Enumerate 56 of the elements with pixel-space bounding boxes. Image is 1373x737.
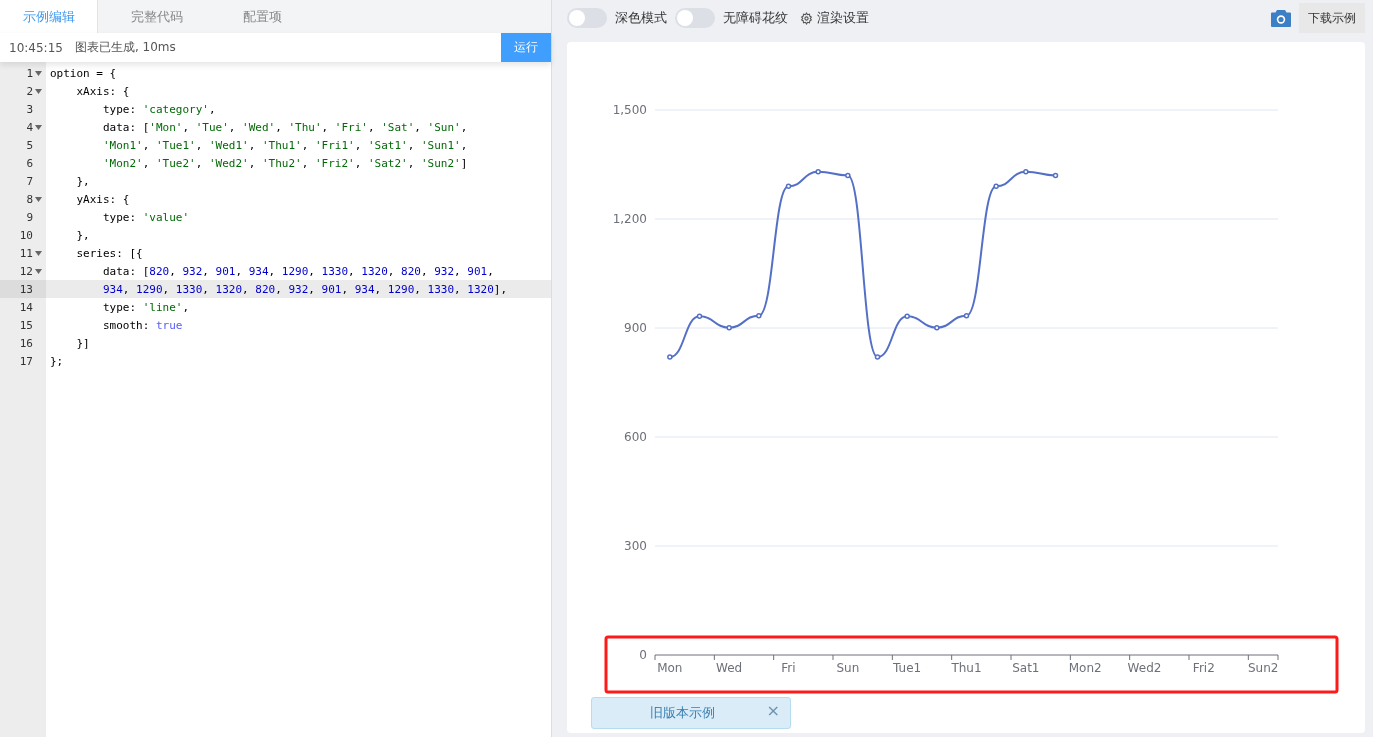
axis-label: Sun: [836, 661, 860, 675]
line-number: 8: [26, 192, 33, 206]
code-line: };: [49, 354, 64, 368]
axis-label: 1,200: [612, 212, 647, 226]
code-line: type: 'value': [101, 210, 190, 224]
axis-label: Fri: [781, 661, 796, 675]
code-line: series: [{: [75, 246, 143, 260]
axis-label: Wed2: [1127, 661, 1162, 675]
code-line: },: [75, 228, 90, 242]
code-line: },: [75, 174, 90, 188]
code-line: xAxis: {: [75, 84, 130, 98]
code-line: type: 'category',: [101, 102, 216, 116]
line-number: 10: [19, 228, 33, 242]
line-number: 2: [26, 84, 33, 98]
line-number: 16: [19, 336, 33, 350]
line-number: 12: [19, 264, 33, 278]
axis-label: 900: [624, 321, 647, 335]
line-number: 7: [26, 174, 33, 188]
axis-label: Tue1: [893, 661, 922, 675]
line-number: 1: [26, 66, 33, 80]
axis-label: Sun2: [1247, 661, 1279, 675]
line-number: 3: [26, 102, 33, 116]
line-number: 17: [19, 354, 33, 368]
line-number: 14: [19, 300, 33, 314]
code-line: type: 'line',: [101, 300, 190, 314]
code-line: 934, 1290, 1330, 1320, 820, 932, 901, 934, 1290, 1330, 1320],: [101, 282, 508, 296]
code-line: }]: [75, 336, 90, 350]
code-line: 'Mon1', 'Tue1', 'Wed1', 'Thu1', 'Fri1', 'Sat1', 'Sun1',: [101, 138, 468, 152]
line-number: 6: [26, 156, 33, 170]
toggle-label: 无障碍花纹: [723, 9, 788, 27]
code-line: yAxis: {: [75, 192, 130, 206]
status-time: 10:45:15: [9, 40, 63, 55]
toggle-label: 深色模式: [615, 9, 667, 27]
line-number: 15: [19, 318, 33, 332]
code-line: option = {: [49, 66, 117, 80]
axis-label: Fri2: [1192, 661, 1215, 675]
code-line: data: ['Mon', 'Tue', 'Wed', 'Thu', 'Fri', 'Sat', 'Sun',: [101, 120, 468, 134]
code-line: 'Mon2', 'Tue2', 'Wed2', 'Thu2', 'Fri2', 'Sat2', 'Sun2']: [101, 156, 468, 170]
axis-label: 0: [639, 648, 647, 662]
line-number: 9: [26, 210, 33, 224]
axis-label: Wed: [716, 661, 743, 675]
line-number: 13: [19, 282, 33, 296]
axis-label: Sat1: [1012, 661, 1040, 675]
axis-label: Mon: [657, 661, 683, 675]
status-message: 图表已生成, 10ms: [74, 39, 177, 56]
notice-text: 旧版本示例: [650, 704, 715, 722]
axis-label: Thu1: [951, 661, 982, 675]
axis-label: Mon2: [1068, 661, 1102, 675]
axis-label: 600: [624, 430, 647, 444]
axis-label: 300: [624, 539, 647, 553]
code-line: smooth: true: [101, 318, 183, 332]
line-number: 5: [26, 138, 33, 152]
code-line: data: [820, 932, 901, 934, 1290, 1330, 1320, 820, 932, 901,: [101, 264, 494, 278]
axis-label: 1,500: [612, 103, 647, 117]
line-number: 11: [19, 246, 33, 260]
line-number: 4: [26, 120, 33, 134]
